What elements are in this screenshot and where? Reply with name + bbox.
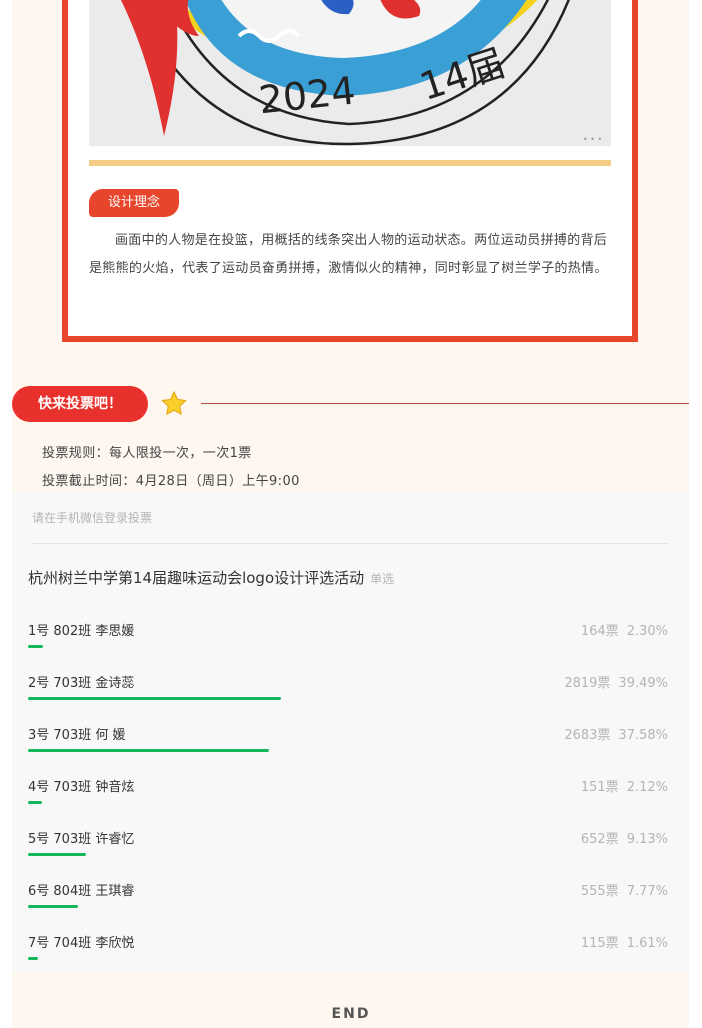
option-votes: 115票 [580, 936, 619, 951]
poll-title: 杭州树兰中学第14届趣味运动会logo设计评选活动 单选 [28, 567, 394, 588]
option-name: 6号 804班 王琪睿 [28, 884, 135, 899]
option-progress-bar [28, 697, 281, 700]
poll-option[interactable]: 3号 703班 何 媛 2683票 37.58% [28, 724, 668, 776]
poll-type-label: 单选 [370, 572, 395, 586]
option-stats: 151票 2.12% [581, 776, 668, 795]
option-votes: 2683票 [564, 728, 611, 743]
option-name: 3号 703班 何 媛 [28, 728, 126, 743]
poll-option[interactable]: 7号 704班 李欣悦 115票 1.61% [28, 932, 668, 984]
option-votes: 2819票 [564, 676, 611, 691]
option-stats: 164票 2.30% [581, 620, 668, 639]
option-percent: 2.12% [626, 780, 668, 795]
end-marker: END [331, 1006, 371, 1022]
option-stats: 2819票 39.49% [564, 672, 668, 691]
option-percent: 37.58% [618, 728, 668, 743]
option-progress-bar [28, 957, 39, 960]
vote-now-badge: 快来投票吧！ [12, 386, 148, 422]
option-percent: 39.49% [618, 676, 668, 691]
svg-text:• • •: • • • [583, 135, 602, 144]
poll-option[interactable]: 1号 802班 李思媛 164票 2.30% [28, 620, 668, 672]
option-votes: 555票 [580, 884, 619, 899]
option-name: 4号 703班 钟音炫 [28, 780, 135, 795]
option-name: 2号 703班 金诗蕊 [28, 676, 135, 691]
vote-panel: 请在手机微信登录投票 杭州树兰中学第14届趣味运动会logo设计评选活动 单选 1… [12, 492, 689, 972]
concept-tag: 设计理念 [89, 189, 179, 217]
star-icon [160, 390, 188, 418]
poll-option[interactable]: 6号 804班 王琪睿 555票 7.77% [28, 880, 668, 932]
option-votes: 151票 [580, 780, 619, 795]
poll-option[interactable]: 2号 703班 金诗蕊 2819票 39.49% [28, 672, 668, 724]
poll-option[interactable]: 4号 703班 钟音炫 151票 2.12% [28, 776, 668, 828]
header-rule-line [201, 403, 689, 404]
panel-divider [32, 543, 668, 544]
option-progress-bar [28, 749, 269, 752]
login-hint[interactable]: 请在手机微信登录投票 [32, 509, 152, 526]
option-votes: 652票 [580, 832, 619, 847]
option-progress-bar [28, 905, 78, 908]
option-progress-bar [28, 801, 42, 804]
logo-artwork-image: 2024 14届 • • • [89, 0, 611, 146]
vote-rule-text: 投票规则：每人限投一次，一次1票 [42, 446, 252, 461]
option-percent: 2.30% [626, 624, 668, 639]
vote-deadline-text: 投票截止时间：4月28日（周日）上午9:00 [42, 474, 300, 489]
gold-divider [89, 160, 611, 166]
option-percent: 9.13% [626, 832, 668, 847]
design-card: 2024 14届 • • • 设计理念 画面中的人物是在投篮，用概括的线条突出人… [62, 0, 638, 342]
option-stats: 652票 9.13% [581, 828, 668, 847]
poll-option[interactable]: 5号 703班 许睿忆 652票 9.13% [28, 828, 668, 880]
concept-description: 画面中的人物是在投篮，用概括的线条突出人物的运动状态。两位运动员拼搏的背后是熊熊… [89, 233, 608, 276]
option-name: 5号 703班 许睿忆 [28, 832, 135, 847]
option-percent: 7.77% [626, 884, 668, 899]
option-progress-bar [28, 645, 43, 648]
option-stats: 115票 1.61% [581, 932, 668, 951]
option-name: 7号 704班 李欣悦 [28, 936, 135, 951]
option-stats: 555票 7.77% [581, 880, 668, 899]
option-progress-bar [28, 853, 87, 856]
option-votes: 164票 [580, 624, 619, 639]
option-name: 1号 802班 李思媛 [28, 624, 135, 639]
option-stats: 2683票 37.58% [564, 724, 668, 743]
option-percent: 1.61% [626, 936, 668, 951]
poll-title-text: 杭州树兰中学第14届趣味运动会logo设计评选活动 [28, 569, 365, 587]
